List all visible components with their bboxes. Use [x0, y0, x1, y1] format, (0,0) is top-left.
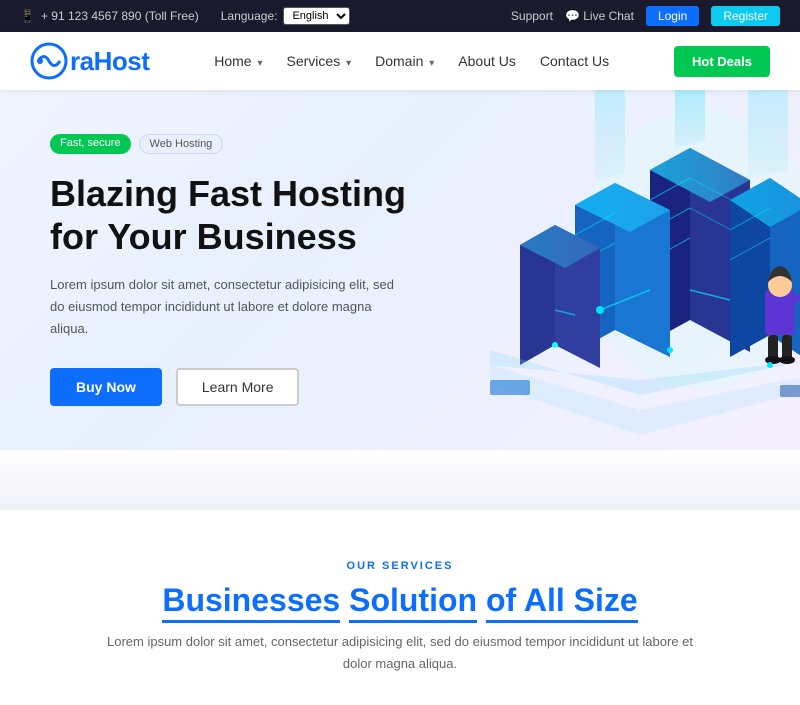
- services-title-highlight: Solution: [349, 582, 477, 623]
- navbar: raHost Home ▾ Services ▾ Domain ▾ About …: [0, 32, 800, 90]
- language-select[interactable]: English Hindi: [283, 7, 350, 25]
- register-button[interactable]: Register: [711, 6, 780, 26]
- nav-links: Home ▾ Services ▾ Domain ▾ About Us Cont…: [214, 53, 609, 69]
- nav-home[interactable]: Home ▾: [214, 53, 262, 69]
- logo: raHost: [30, 42, 149, 80]
- badge-hosting: Web Hosting: [139, 134, 224, 154]
- nav-about[interactable]: About Us: [458, 53, 516, 69]
- chat-icon: 💬: [565, 9, 580, 23]
- hero-title-line1: Blazing Fast Hosting: [50, 173, 406, 214]
- nav-contact[interactable]: Contact Us: [540, 53, 609, 69]
- domain-dropdown-arrow: ▾: [429, 58, 434, 69]
- badge-fast: Fast, secure: [50, 134, 131, 154]
- nav-domain[interactable]: Domain ▾: [375, 53, 434, 69]
- phone-number: + 91 123 4567 890 (Toll Free): [41, 9, 199, 23]
- hero-content: Fast, secure Web Hosting Blazing Fast Ho…: [50, 134, 470, 407]
- topbar-right: Support 💬 Live Chat Login Register: [511, 6, 780, 26]
- topbar: 📱 + 91 123 4567 890 (Toll Free) Language…: [0, 0, 800, 32]
- hero-title: Blazing Fast Hosting for Your Business: [50, 172, 470, 258]
- home-dropdown-arrow: ▾: [257, 58, 262, 69]
- phone-icon: 📱: [20, 9, 35, 23]
- services-label: OUR SERVICES: [40, 560, 760, 572]
- logo-icon: [30, 42, 68, 80]
- services-dropdown-arrow: ▾: [346, 58, 351, 69]
- support-link[interactable]: Support: [511, 9, 553, 23]
- hero-bottom-fade: [0, 450, 800, 510]
- services-title: Businesses Solution of All Size: [40, 582, 760, 619]
- services-title-end: of All Size: [486, 582, 638, 623]
- services-title-plain: Businesses: [162, 582, 340, 623]
- hero-section: Fast, secure Web Hosting Blazing Fast Ho…: [0, 90, 800, 450]
- hero-title-line2: for Your Business: [50, 216, 357, 257]
- buy-now-button[interactable]: Buy Now: [50, 368, 162, 406]
- language-label: Language:: [221, 9, 278, 23]
- services-description: Lorem ipsum dolor sit amet, consectetur …: [100, 631, 700, 675]
- topbar-left: 📱 + 91 123 4567 890 (Toll Free) Language…: [20, 7, 350, 25]
- services-section: OUR SERVICES Businesses Solution of All …: [0, 510, 800, 705]
- learn-more-button[interactable]: Learn More: [176, 368, 300, 406]
- nav-services[interactable]: Services ▾: [287, 53, 352, 69]
- hero-badges: Fast, secure Web Hosting: [50, 134, 470, 154]
- login-button[interactable]: Login: [646, 6, 699, 26]
- livechat-link[interactable]: 💬 Live Chat: [565, 9, 634, 23]
- hero-description: Lorem ipsum dolor sit amet, consectetur …: [50, 274, 410, 340]
- hero-buttons: Buy Now Learn More: [50, 368, 470, 406]
- hot-deals-button[interactable]: Hot Deals: [674, 46, 770, 77]
- logo-text: raHost: [70, 46, 149, 77]
